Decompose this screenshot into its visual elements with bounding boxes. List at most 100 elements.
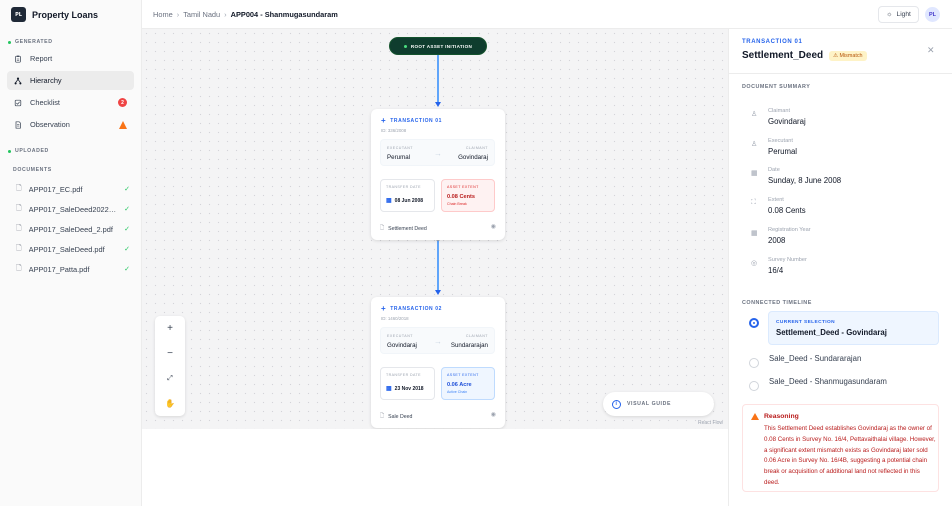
- react-flow-attribution[interactable]: React Flow: [698, 420, 723, 426]
- panel-overline: TRANSACTION 01: [742, 39, 803, 45]
- field-value: Sunday, 8 June 2008: [768, 176, 842, 185]
- location-icon: ◎: [751, 260, 758, 267]
- file-icon: 🗋: [380, 225, 385, 231]
- field-label: Extent: [768, 197, 784, 203]
- transaction-title-text: TRANSACTION 01: [390, 117, 443, 124]
- asset-extent-label: ASSET EXTENT: [447, 373, 479, 377]
- detail-panel: TRANSACTION 01 Settlement_Deed ⚠ Mismatc…: [728, 29, 952, 506]
- root-node-label: ROOT ASSET INITIATION: [410, 43, 473, 49]
- sidebar-item-checklist[interactable]: Checklist 2: [7, 93, 134, 112]
- executant-label: EXECUTANT: [387, 334, 413, 338]
- theme-toggle-button[interactable]: ☼ Light: [878, 6, 919, 23]
- app-title: Property Loans: [32, 9, 99, 20]
- transaction-card[interactable]: + TRANSACTION 01 ID: 336/2008 EXECUTANT P…: [371, 109, 505, 240]
- claimant-label: CLAIMANT: [465, 334, 488, 338]
- timeline-current[interactable]: CURRENT SELECTION Settlement_Deed - Govi…: [768, 311, 939, 345]
- transfer-date-value: 08 Jun 2008: [394, 197, 424, 204]
- transfer-date-label: TRANSFER DATE: [386, 185, 421, 189]
- field-value: Govindaraj: [768, 117, 806, 126]
- timeline-item[interactable]: Sale_Deed - Shanmugasundaram: [769, 377, 887, 386]
- current-selection-label: CURRENT SELECTION: [776, 320, 836, 325]
- timeline-radio-selected[interactable]: [749, 318, 759, 328]
- file-icon: 🗋: [380, 413, 385, 419]
- asset-extent-label: ASSET EXTENT: [447, 185, 479, 189]
- executant-value: Perumal: [387, 154, 411, 161]
- check-icon: ✓: [124, 266, 130, 273]
- warning-icon: [751, 413, 759, 420]
- checklist-icon: [14, 99, 22, 106]
- fit-view-button[interactable]: ⤢: [155, 366, 185, 391]
- hierarchy-canvas[interactable]: ROOT ASSET INITIATION + TRANSACTION 01 ID…: [142, 29, 728, 429]
- asset-extent-value: 0.08 Cents: [447, 194, 475, 200]
- zoom-in-button[interactable]: +: [155, 316, 185, 341]
- document-name: APP017_SaleDeed_2.pdf: [28, 224, 113, 234]
- field-label: Date: [768, 167, 780, 173]
- sun-icon: ☼: [886, 11, 893, 18]
- plus-icon: +: [167, 323, 173, 334]
- section-label: UPLOADED: [15, 148, 49, 154]
- document-name: APP017_Patta.pdf: [28, 264, 90, 274]
- flow-edge[interactable]: [437, 55, 439, 105]
- asset-extent-box: ASSET EXTENT 0.08 Cents Chain Break: [441, 179, 495, 212]
- file-icon: 🗋: [16, 224, 22, 232]
- check-icon: ✓: [124, 186, 130, 193]
- field-label: Claimant: [768, 108, 791, 114]
- executant-value: Govindaraj: [387, 342, 417, 349]
- breadcrumb-home[interactable]: Home: [153, 10, 173, 19]
- field-value: 0.08 Cents: [768, 206, 806, 215]
- transaction-id: ID: 336/2008: [381, 128, 407, 133]
- transfer-date-box: TRANSFER DATE ▦ 23 Nov 2018: [380, 367, 435, 400]
- flow-edge[interactable]: [437, 241, 439, 293]
- pan-mode-button[interactable]: ✋: [155, 391, 185, 416]
- root-node[interactable]: ROOT ASSET INITIATION: [389, 37, 487, 55]
- sidebar-item-report[interactable]: Report: [7, 49, 134, 68]
- sidebar-item-label: Hierarchy: [30, 76, 62, 85]
- user-icon: ♙: [751, 141, 758, 148]
- arrow-right-icon: →: [434, 337, 442, 346]
- breadcrumb-state[interactable]: Tamil Nadu: [183, 10, 220, 19]
- plus-icon: +: [381, 116, 387, 125]
- sidebar-item-observation[interactable]: Observation: [7, 115, 134, 134]
- document-item[interactable]: 🗋 APP017_Patta.pdf ✓: [16, 262, 134, 276]
- visual-guide-label: VISUAL GUIDE: [627, 401, 671, 407]
- expand-icon: ⛶: [751, 199, 756, 206]
- close-icon[interactable]: ✕: [927, 45, 935, 56]
- file-icon: 🗋: [16, 244, 22, 252]
- timeline-radio[interactable]: [749, 358, 759, 368]
- brand[interactable]: PL Property Loans: [11, 7, 98, 22]
- document-item[interactable]: 🗋 APP017_SaleDeed.pdf ✓: [16, 242, 134, 256]
- check-icon: ✓: [124, 226, 130, 233]
- asset-extent-value: 0.06 Acre: [447, 382, 472, 388]
- document-item[interactable]: 🗋 APP017_SaleDeed_2.pdf ✓: [16, 222, 134, 236]
- document-item[interactable]: 🗋 APP017_EC.pdf ✓: [16, 182, 134, 196]
- sidebar-item-label: Report: [30, 54, 53, 63]
- eye-icon[interactable]: ◉: [491, 223, 496, 230]
- reasoning-title: Reasoning: [764, 413, 799, 420]
- claimant-label: CLAIMANT: [465, 146, 488, 150]
- section-generated: GENERATED: [8, 39, 53, 45]
- edge-arrow-icon: [435, 102, 441, 107]
- eye-icon[interactable]: ◉: [491, 411, 496, 418]
- visual-guide-button[interactable]: i VISUAL GUIDE: [603, 392, 714, 416]
- calendar-icon: ▦: [386, 198, 392, 204]
- breadcrumb: Home › Tamil Nadu › APP004 - Shanmugasundara…: [153, 10, 338, 19]
- connected-timeline-heading: CONNECTED TIMELINE: [742, 300, 812, 306]
- info-icon: i: [612, 399, 621, 409]
- warning-icon: [119, 120, 127, 129]
- documents-heading: DOCUMENTS: [13, 167, 52, 173]
- document-item[interactable]: 🗋 APP017_SaleDeed2022_... ✓: [16, 202, 134, 216]
- zoom-out-button[interactable]: −: [155, 341, 185, 366]
- transaction-card[interactable]: + TRANSACTION 02 ID: 1460/2018 EXECUTANT …: [371, 297, 505, 428]
- status-dot: [8, 40, 11, 44]
- transfer-date: ▦ 08 Jun 2008: [386, 197, 424, 205]
- timeline-item[interactable]: Sale_Deed - Sundararajan: [769, 354, 861, 363]
- user-avatar[interactable]: PL: [925, 7, 940, 22]
- file-icon: 🗋: [16, 204, 22, 212]
- transfer-date: ▦ 23 Nov 2018: [386, 385, 424, 393]
- transfer-date-value: 23 Nov 2018: [394, 385, 424, 392]
- field-value: Perumal: [768, 147, 798, 156]
- timeline-radio[interactable]: [749, 381, 759, 391]
- sidebar-item-hierarchy[interactable]: Hierarchy: [7, 71, 134, 90]
- card-document-name: Sale Deed: [388, 413, 413, 420]
- reasoning-box: Reasoning This Settlement Deed establish…: [742, 404, 939, 492]
